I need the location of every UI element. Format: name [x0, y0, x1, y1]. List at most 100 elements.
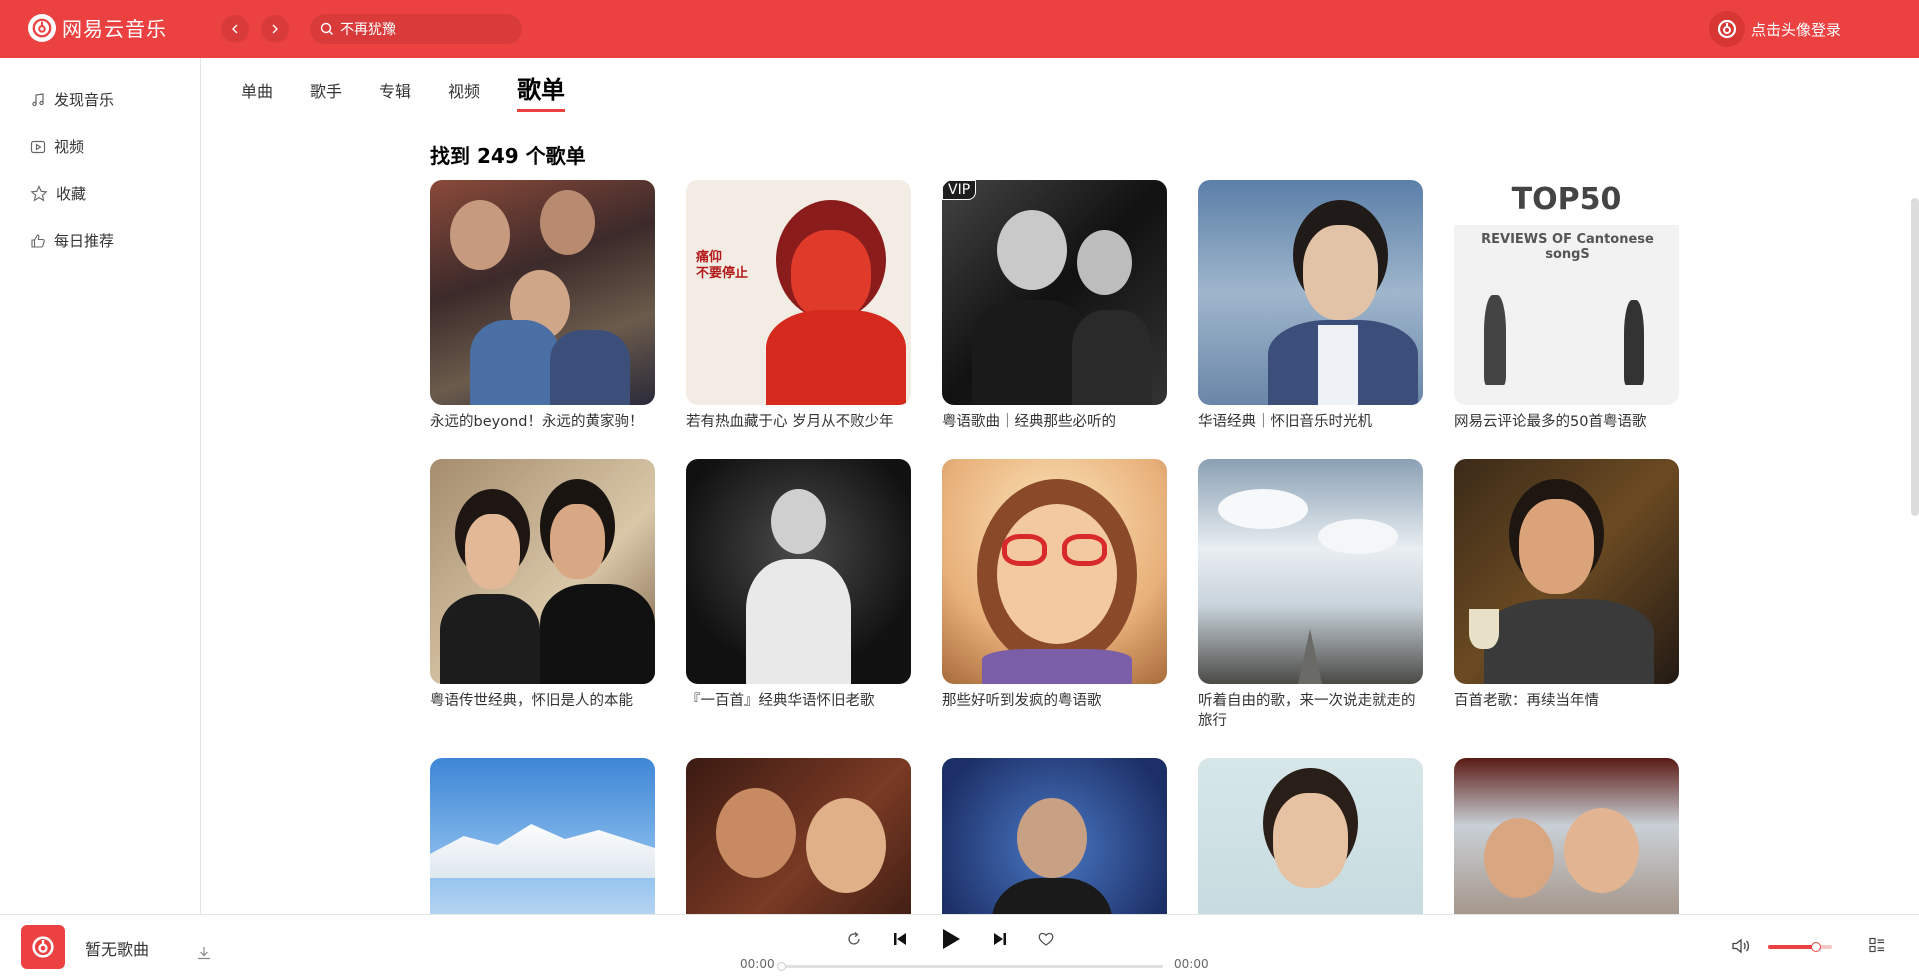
playlist-card[interactable]: TOP50 REVIEWS OF Cantonese songS 网易云评论最多…: [1454, 180, 1679, 432]
tab-albums[interactable]: 专辑: [379, 78, 411, 112]
playlist-cover[interactable]: [942, 758, 1167, 914]
playlist-cover[interactable]: [942, 459, 1167, 684]
search-input[interactable]: [340, 21, 510, 37]
playlist-card[interactable]: 粤语传世经典，怀旧是人的本能: [430, 459, 655, 711]
download-icon: [198, 947, 210, 960]
playlist-title[interactable]: 那些好听到发疯的粤语歌: [942, 691, 1167, 711]
previous-button[interactable]: [891, 930, 909, 948]
sidebar-item-label: 发现音乐: [54, 91, 115, 109]
app-title: 网易云音乐: [62, 17, 167, 41]
sidebar-item-video[interactable]: 视频: [0, 123, 200, 170]
chevron-right-icon: [272, 24, 278, 34]
netease-logo-icon: [1717, 19, 1737, 39]
skip-previous-icon: [894, 933, 906, 945]
current-time: 00:00: [740, 957, 775, 971]
sidebar-item-label: 收藏: [56, 185, 87, 203]
volume-slider[interactable]: [1768, 942, 1832, 952]
volume-level: [1768, 945, 1816, 949]
back-button[interactable]: [221, 15, 249, 43]
playlist-card[interactable]: [1454, 758, 1679, 914]
playlist-title[interactable]: 网易云评论最多的50首粤语歌: [1454, 412, 1679, 432]
progress-bar[interactable]: [777, 962, 1163, 971]
playlist-cover[interactable]: [1198, 180, 1423, 405]
result-count: 找到 249 个歌单: [430, 144, 586, 168]
playlist-title[interactable]: 粤语歌曲｜经典那些必听的: [942, 412, 1167, 432]
sidebar-item-discover[interactable]: 发现音乐: [0, 76, 200, 123]
playlist-cover[interactable]: [1454, 758, 1679, 914]
volume-button[interactable]: [1731, 937, 1751, 959]
playlist-cover[interactable]: VIP: [942, 180, 1167, 405]
player-bar: 暂无歌曲 00:00 00:00: [0, 914, 1919, 976]
search-tabs: 单曲 歌手 专辑 视频 歌单: [241, 66, 602, 112]
loop-button[interactable]: [845, 930, 863, 948]
playlist-title[interactable]: 永远的beyond！永远的黄家驹！: [430, 412, 655, 432]
scrollbar[interactable]: [1911, 198, 1919, 516]
download-button[interactable]: [196, 945, 212, 965]
playlist-card[interactable]: [942, 758, 1167, 914]
play-icon: [943, 929, 960, 949]
tab-songs[interactable]: 单曲: [241, 78, 273, 112]
playlist-title[interactable]: 粤语传世经典，怀旧是人的本能: [430, 691, 655, 711]
playlist-cover[interactable]: [430, 459, 655, 684]
vip-badge: VIP: [942, 180, 977, 200]
skip-next-icon: [994, 933, 1006, 945]
playlist-title[interactable]: 百首老歌：再续当年情: [1454, 691, 1679, 711]
tab-playlists[interactable]: 歌单: [517, 70, 566, 112]
playlist-card[interactable]: [686, 758, 911, 914]
playlist-cover[interactable]: [1198, 758, 1423, 914]
progress-handle[interactable]: [777, 962, 786, 971]
playlist-card[interactable]: 那些好听到发疯的粤语歌: [942, 459, 1167, 711]
playlist-cover[interactable]: [1454, 459, 1679, 684]
playlist-card[interactable]: 百首老歌：再续当年情: [1454, 459, 1679, 711]
playlist-card[interactable]: 『一百首』经典华语怀旧老歌: [686, 459, 911, 711]
tab-artists[interactable]: 歌手: [310, 78, 342, 112]
playlist-card[interactable]: 华语经典｜怀旧音乐时光机: [1198, 180, 1423, 432]
login-label[interactable]: 点击头像登录: [1751, 19, 1841, 40]
play-button[interactable]: [937, 926, 963, 952]
top-bar: 网易云音乐 点击头像登录: [0, 0, 1919, 58]
player-album-cover[interactable]: [21, 925, 65, 969]
sidebar-item-label: 视频: [54, 138, 85, 156]
playlist-title[interactable]: 『一百首』经典华语怀旧老歌: [686, 691, 911, 711]
heart-icon: [1038, 932, 1054, 946]
next-button[interactable]: [991, 930, 1009, 948]
tab-videos[interactable]: 视频: [448, 78, 480, 112]
playlist-card[interactable]: 痛仰 不要停止 若有热血藏于心 岁月从不败少年: [686, 180, 911, 432]
volume-handle[interactable]: [1811, 942, 1821, 952]
playlist-card[interactable]: [1198, 758, 1423, 914]
playlist-card[interactable]: VIP 粤语歌曲｜经典那些必听的: [942, 180, 1167, 432]
search-box[interactable]: [310, 14, 522, 44]
avatar[interactable]: [1708, 11, 1745, 47]
app-logo[interactable]: 网易云音乐: [28, 13, 167, 42]
playlist-title[interactable]: 听着自由的歌，来一次说走就走的旅行: [1198, 691, 1423, 731]
playlist-cover[interactable]: 痛仰 不要停止: [686, 180, 911, 405]
playback-controls: [845, 926, 1083, 952]
loop-icon: [848, 932, 860, 945]
playlist-icon: [1869, 937, 1884, 953]
main-content: 单曲 歌手 专辑 视频 歌单 找到 249 个歌单 永远的beyond！永远的黄…: [202, 58, 1919, 914]
playlist-button[interactable]: [1868, 936, 1886, 958]
playlist-cover[interactable]: TOP50 REVIEWS OF Cantonese songS: [1454, 180, 1679, 405]
playlist-cover[interactable]: [430, 758, 655, 914]
song-name: 暂无歌曲: [85, 940, 150, 959]
playlist-cover[interactable]: [686, 459, 911, 684]
sidebar-item-daily[interactable]: 每日推荐: [0, 217, 200, 264]
cover-title-text: TOP50: [1511, 182, 1622, 217]
volume-icon: [1732, 938, 1750, 954]
cover-subtitle-text: REVIEWS OF Cantonese songS: [1481, 232, 1654, 262]
like-button[interactable]: [1037, 930, 1055, 948]
search-icon: [320, 22, 333, 35]
sidebar: 发现音乐 视频 收藏 每日推荐: [0, 58, 201, 914]
playlist-cover[interactable]: [686, 758, 911, 914]
playlist-card[interactable]: 永远的beyond！永远的黄家驹！: [430, 180, 655, 432]
playlist-title[interactable]: 华语经典｜怀旧音乐时光机: [1198, 412, 1423, 432]
forward-button[interactable]: [261, 15, 289, 43]
playlist-cover[interactable]: [1198, 459, 1423, 684]
playlist-title[interactable]: 若有热血藏于心 岁月从不败少年: [686, 412, 911, 432]
sidebar-item-favorites[interactable]: 收藏: [0, 170, 200, 217]
playlist-cover[interactable]: [430, 180, 655, 405]
chevron-left-icon: [232, 24, 238, 34]
login-area[interactable]: 点击头像登录: [1708, 11, 1841, 47]
playlist-card[interactable]: [430, 758, 655, 914]
playlist-card[interactable]: 听着自由的歌，来一次说走就走的旅行: [1198, 459, 1423, 731]
